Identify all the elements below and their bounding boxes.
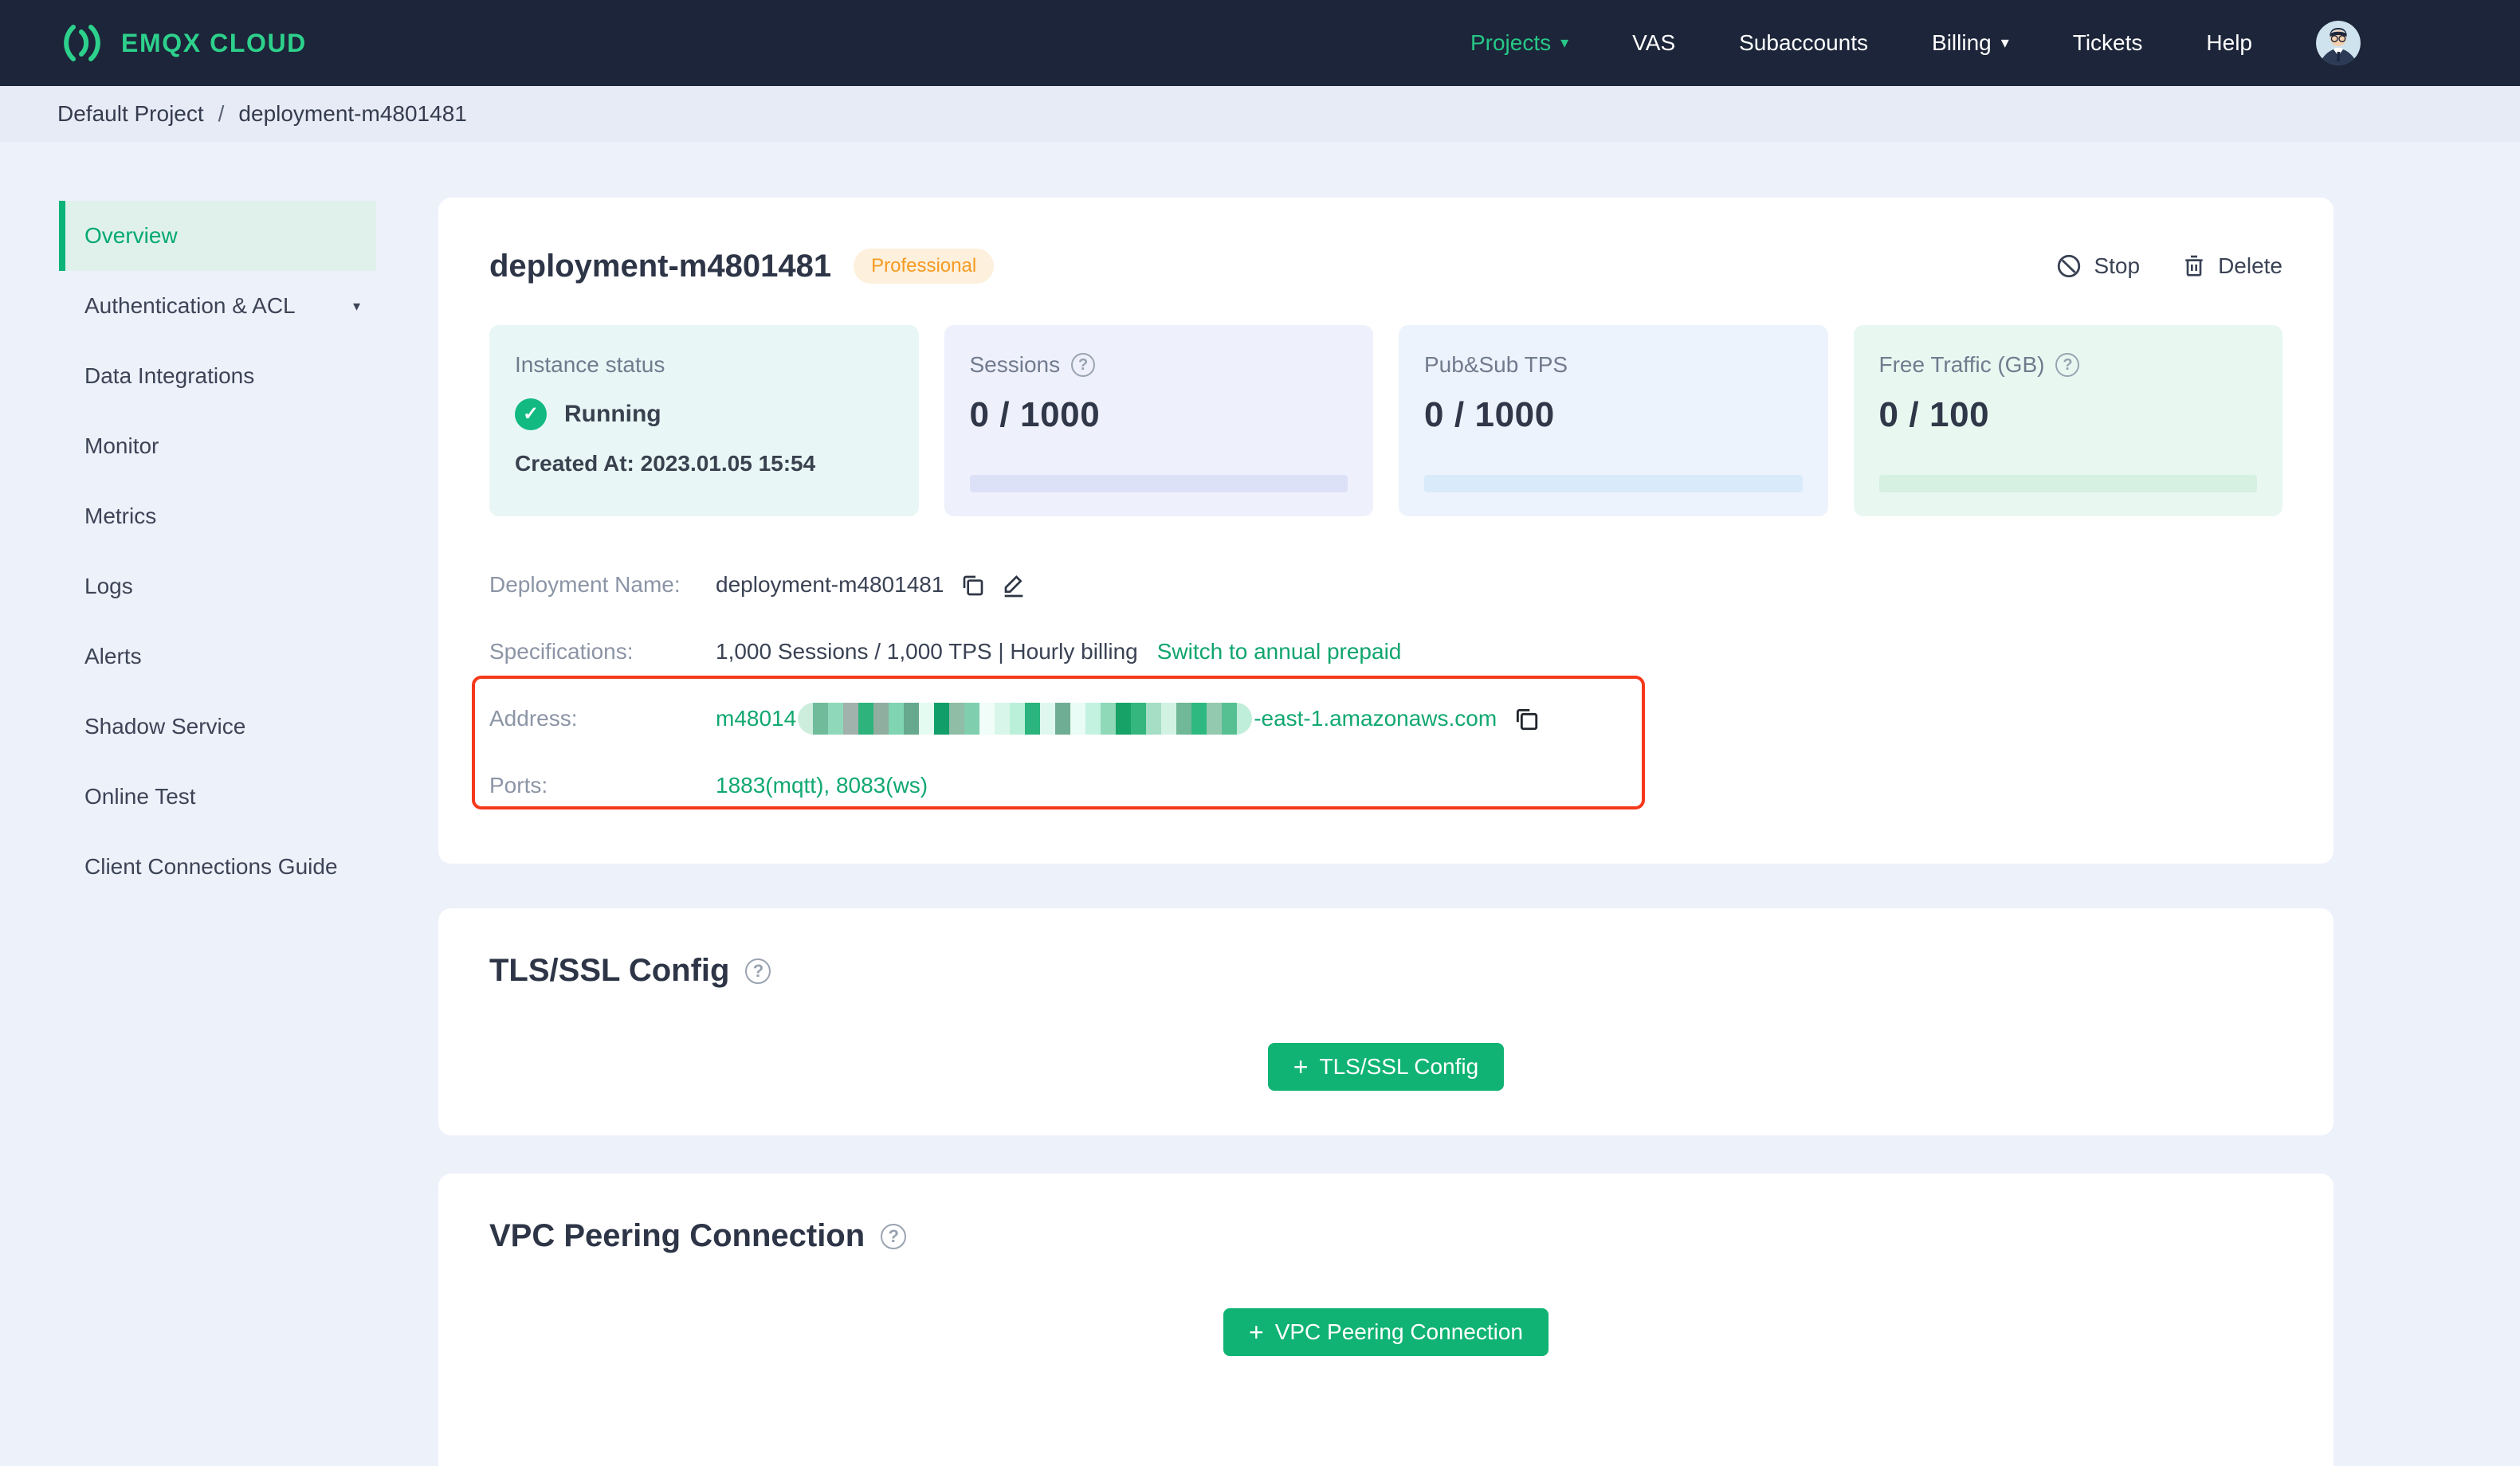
- main-content: deployment-m4801481 Professional Stop De…: [438, 198, 2334, 1466]
- pubsub-tps-label: Pub&Sub TPS: [1424, 352, 1568, 377]
- deployment-overview-card: deployment-m4801481 Professional Stop De…: [438, 198, 2334, 864]
- address-prefix: m48014: [716, 706, 797, 731]
- address-label: Address:: [489, 706, 578, 731]
- ports-label: Ports:: [489, 773, 548, 798]
- sessions-label: Sessions: [969, 352, 1061, 377]
- specifications-row: Specifications: 1,000 Sessions / 1,000 T…: [489, 618, 2283, 685]
- address-value: m48014 -east-1.amazonaws.com: [716, 703, 1497, 735]
- question-icon[interactable]: ?: [745, 958, 771, 984]
- sidebar-item-data-integrations[interactable]: Data Integrations: [59, 341, 376, 411]
- sessions-value: 0 / 1000: [969, 395, 1101, 434]
- sessions-card: Sessions ? 0 / 1000: [944, 325, 1373, 516]
- add-tls-ssl-config-button[interactable]: + TLS/SSL Config: [1267, 1043, 1505, 1091]
- sidebar-item-metrics[interactable]: Metrics: [59, 481, 376, 551]
- chevron-down-icon: ▾: [1560, 34, 1569, 52]
- add-vpc-peering-button[interactable]: + VPC Peering Connection: [1223, 1308, 1549, 1356]
- address-row: Address: m48014 -east-1.amazonaws.com: [489, 685, 2283, 752]
- sidebar-item-logs[interactable]: Logs: [59, 551, 376, 621]
- edit-icon[interactable]: [1001, 572, 1026, 598]
- sidebar-item-overview[interactable]: Overview: [59, 201, 376, 271]
- stop-icon: [2055, 253, 2082, 280]
- sidebar-item-alerts[interactable]: Alerts: [59, 621, 376, 692]
- question-icon[interactable]: ?: [1071, 353, 1096, 377]
- chevron-down-icon: ▾: [2000, 34, 2009, 52]
- free-traffic-value: 0 / 100: [1878, 395, 1990, 434]
- copy-icon[interactable]: [1513, 705, 1540, 732]
- switch-annual-prepaid-link[interactable]: Switch to annual prepaid: [1157, 639, 1402, 664]
- ports-row: Ports: 1883(mqtt), 8083(ws): [489, 752, 2283, 819]
- stop-button[interactable]: Stop: [2055, 253, 2140, 280]
- sidebar: Overview Authentication & ACL ▾ Data Int…: [0, 142, 408, 1466]
- brand-logo[interactable]: EMQX CLOUD: [57, 19, 307, 67]
- copy-icon[interactable]: [960, 572, 985, 598]
- instance-status-card: Instance status ✓ Running Created At: 20…: [489, 325, 919, 516]
- plus-icon: +: [1293, 1052, 1309, 1081]
- sessions-progress-bar: [969, 475, 1348, 492]
- instance-status-label: Instance status: [515, 352, 665, 377]
- nav-item-subaccounts[interactable]: Subaccounts: [1739, 30, 1868, 56]
- trash-icon: [2181, 253, 2207, 280]
- chevron-down-icon: ▾: [352, 297, 360, 314]
- plus-icon: +: [1249, 1318, 1264, 1346]
- nav-item-tickets[interactable]: Tickets: [2073, 30, 2143, 56]
- pubsub-tps-value: 0 / 1000: [1424, 395, 1555, 434]
- user-avatar[interactable]: [2316, 21, 2361, 65]
- specifications-label: Specifications:: [489, 639, 634, 664]
- vpc-peering-title: VPC Peering Connection: [489, 1218, 866, 1253]
- sidebar-item-online-test[interactable]: Online Test: [59, 762, 376, 832]
- brand-name: EMQX CLOUD: [121, 28, 307, 57]
- deployment-name-row: Deployment Name: deployment-m4801481: [489, 551, 2283, 618]
- question-icon[interactable]: ?: [2055, 353, 2080, 377]
- tls-ssl-config-card: TLS/SSL Config ? + TLS/SSL Config: [438, 908, 2334, 1135]
- deployment-name-label: Deployment Name:: [489, 572, 681, 597]
- ports-value: 1883(mqtt), 8083(ws): [716, 773, 928, 798]
- address-redaction: [798, 703, 1253, 735]
- sidebar-item-shadow-service[interactable]: Shadow Service: [59, 692, 376, 762]
- created-at: Created At: 2023.01.05 15:54: [515, 451, 816, 476]
- question-icon[interactable]: ?: [881, 1223, 907, 1249]
- nav-item-vas[interactable]: VAS: [1632, 30, 1675, 56]
- free-traffic-progress-bar: [1878, 475, 2257, 492]
- plan-badge: Professional: [854, 249, 995, 284]
- emqx-logo-icon: [57, 19, 105, 67]
- nav-item-help[interactable]: Help: [2206, 30, 2252, 56]
- specifications-value: 1,000 Sessions / 1,000 TPS | Hourly bill…: [716, 639, 1138, 664]
- breadcrumb-separator: /: [218, 101, 225, 126]
- nav-links: Projects ▾ VAS Subaccounts Billing ▾ Tic…: [1470, 21, 2361, 65]
- sidebar-item-authentication-acl[interactable]: Authentication & ACL ▾: [59, 271, 376, 341]
- free-traffic-card: Free Traffic (GB) ? 0 / 100: [1853, 325, 2283, 516]
- check-circle-icon: ✓: [515, 398, 547, 430]
- deployment-title: deployment-m4801481: [489, 248, 832, 284]
- sidebar-item-monitor[interactable]: Monitor: [59, 411, 376, 481]
- pubsub-tps-card: Pub&Sub TPS 0 / 1000: [1399, 325, 1828, 516]
- tls-ssl-title: TLS/SSL Config: [489, 953, 730, 988]
- nav-item-billing[interactable]: Billing ▾: [1932, 30, 2009, 56]
- free-traffic-label: Free Traffic (GB): [1878, 352, 2045, 377]
- status-running: Running: [564, 401, 661, 427]
- breadcrumb: Default Project / deployment-m4801481: [0, 86, 2520, 142]
- delete-button[interactable]: Delete: [2181, 253, 2283, 280]
- deployment-name-value: deployment-m4801481: [716, 572, 944, 597]
- address-suffix: -east-1.amazonaws.com: [1254, 706, 1497, 731]
- breadcrumb-deployment[interactable]: deployment-m4801481: [238, 101, 466, 127]
- pubsub-tps-progress-bar: [1424, 475, 1803, 492]
- vpc-peering-card: VPC Peering Connection ? + VPC Peering C…: [438, 1174, 2334, 1466]
- top-navbar: EMQX CLOUD Projects ▾ VAS Subaccounts Bi…: [0, 0, 2520, 86]
- breadcrumb-project[interactable]: Default Project: [57, 101, 204, 127]
- nav-item-projects[interactable]: Projects ▾: [1470, 30, 1568, 56]
- sidebar-item-client-connections-guide[interactable]: Client Connections Guide: [59, 832, 376, 902]
